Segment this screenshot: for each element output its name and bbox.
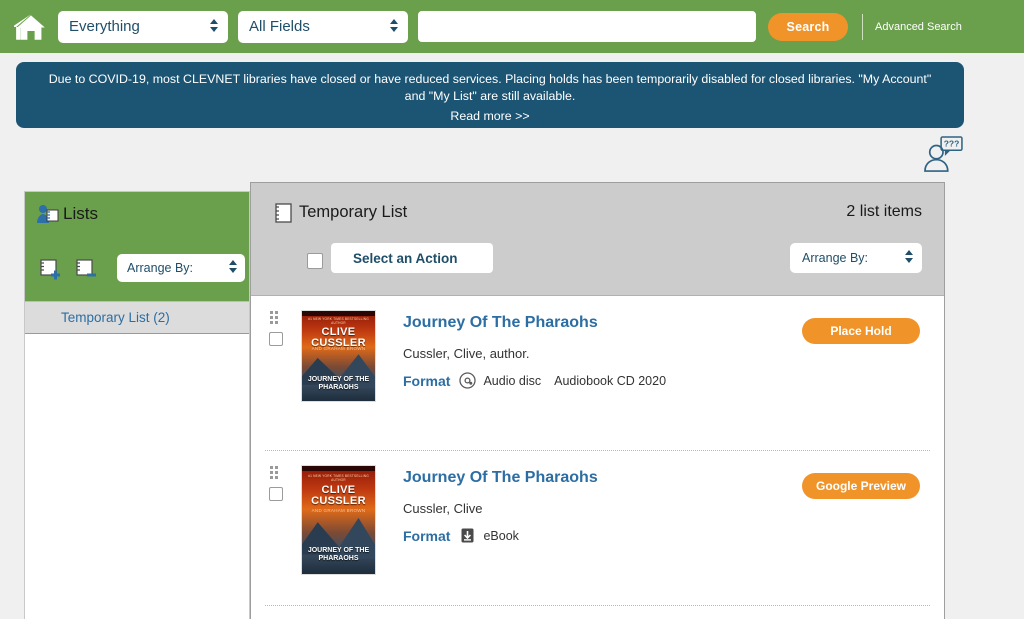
lists-sidebar: Lists Arrange By: Temporary List (2): [24, 191, 250, 619]
book-cover-image[interactable]: #1 NEW YORK TIMES BESTSELLING AUTHOR CLI…: [301, 465, 376, 575]
cover-title-line: JOURNEY OF THE PHARAOHS: [307, 376, 370, 391]
search-scope-value: Everything: [69, 18, 140, 35]
place-hold-button[interactable]: Place Hold: [802, 318, 920, 344]
home-icon[interactable]: [14, 10, 48, 44]
banner-line-2: and "My List" are still available.: [404, 89, 576, 103]
sidebar-item-temporary-list[interactable]: Temporary List (2): [61, 310, 170, 325]
panel-arrange-by-select[interactable]: Arrange By:: [790, 243, 922, 273]
add-list-icon[interactable]: [37, 258, 65, 282]
advanced-search-link[interactable]: Advanced Search: [875, 21, 962, 33]
book-cover-image[interactable]: #1 NEW YORK TIMES BESTSELLING AUTHOR CLI…: [301, 310, 376, 402]
remove-list-icon[interactable]: [73, 258, 101, 282]
format-label[interactable]: Format: [403, 373, 450, 389]
format-text: eBook: [483, 528, 519, 543]
format-extra: Audiobook CD 2020: [554, 373, 667, 388]
list-item-author: Cussler, Clive: [403, 501, 483, 516]
audio-disc-icon: [459, 372, 477, 389]
list-item: #1 NEW YORK TIMES BESTSELLING AUTHOR CLI…: [265, 451, 930, 606]
temporary-list-panel: Temporary List 2 list items Select an Ac…: [250, 182, 945, 619]
search-input[interactable]: [419, 12, 755, 41]
toolbar-divider: [862, 13, 863, 40]
select-an-action-label: Select an Action: [353, 250, 458, 266]
list-item: #1 NEW YORK TIMES BESTSELLING AUTHOR CLI…: [265, 296, 930, 451]
cover-top-line: #1 NEW YORK TIMES BESTSELLING AUTHOR: [308, 473, 369, 482]
chevron-updown-icon: [210, 18, 219, 35]
lists-sidebar-header: Lists Arrange By:: [25, 192, 249, 302]
list-item-count: 2 list items: [846, 203, 922, 220]
select-an-action-dropdown[interactable]: Select an Action: [331, 243, 493, 273]
notebook-icon: [275, 203, 292, 223]
lists-sidebar-title: Lists: [63, 204, 98, 223]
panel-arrange-by-value: Arrange By:: [802, 251, 869, 265]
ebook-download-icon: [461, 528, 474, 543]
cover-sub-line: AND GRAHAM BROWN: [311, 346, 366, 352]
list-item-title[interactable]: Journey Of The Pharaohs: [403, 469, 598, 487]
search-button[interactable]: Search: [768, 12, 848, 41]
sidebar-arrange-by-value: Arrange By:: [127, 261, 194, 275]
covid-notice-banner: Due to COVID-19, most CLEVNET libraries …: [16, 62, 964, 128]
chevron-updown-icon: [229, 260, 238, 276]
cover-author-line: CLIVE CUSSLER: [311, 484, 366, 508]
list-item-title[interactable]: Journey Of The Pharaohs: [403, 314, 598, 332]
banner-line-1: Due to COVID-19, most CLEVNET libraries …: [48, 72, 932, 86]
sidebar-list-item[interactable]: Temporary List (2): [25, 302, 249, 334]
list-item-format: Format eBook: [403, 527, 532, 544]
svg-text:???: ???: [944, 138, 960, 148]
format-text: Audio disc: [483, 373, 542, 388]
chevron-updown-icon: [905, 250, 914, 266]
drag-handle-icon[interactable]: [270, 466, 282, 480]
search-field-select[interactable]: All Fields: [238, 10, 408, 43]
select-all-checkbox[interactable]: [307, 253, 323, 269]
panel-title: Temporary List: [299, 203, 408, 221]
person-list-icon: [37, 205, 59, 223]
cover-title-line: JOURNEY OF THE PHARAOHS: [307, 547, 370, 563]
search-scope-select[interactable]: Everything: [58, 10, 228, 43]
cover-sub-line: AND GRAHAM BROWN: [311, 508, 366, 514]
chevron-updown-icon: [390, 18, 399, 35]
drag-handle-icon[interactable]: [270, 311, 282, 325]
sidebar-arrange-by-select[interactable]: Arrange By:: [117, 254, 245, 282]
cover-top-line: #1 NEW YORK TIMES BESTSELLING AUTHOR: [308, 317, 369, 326]
list-item-checkbox[interactable]: [269, 332, 283, 346]
list-item-author: Cussler, Clive, author.: [403, 346, 530, 361]
search-input-wrapper: [418, 11, 756, 42]
google-preview-button[interactable]: Google Preview: [802, 473, 920, 499]
top-search-bar: Everything All Fields Search Advanced Se…: [0, 0, 1024, 53]
temporary-list-header: Temporary List 2 list items Select an Ac…: [251, 183, 944, 296]
person-question-icon[interactable]: ???: [922, 136, 964, 172]
read-more-link[interactable]: Read more >>: [32, 108, 948, 125]
list-item-format: Format Audio disc Audiobook CD 2020: [403, 372, 666, 389]
list-item-checkbox[interactable]: [269, 487, 283, 501]
format-label[interactable]: Format: [403, 528, 450, 544]
search-field-value: All Fields: [249, 18, 310, 35]
